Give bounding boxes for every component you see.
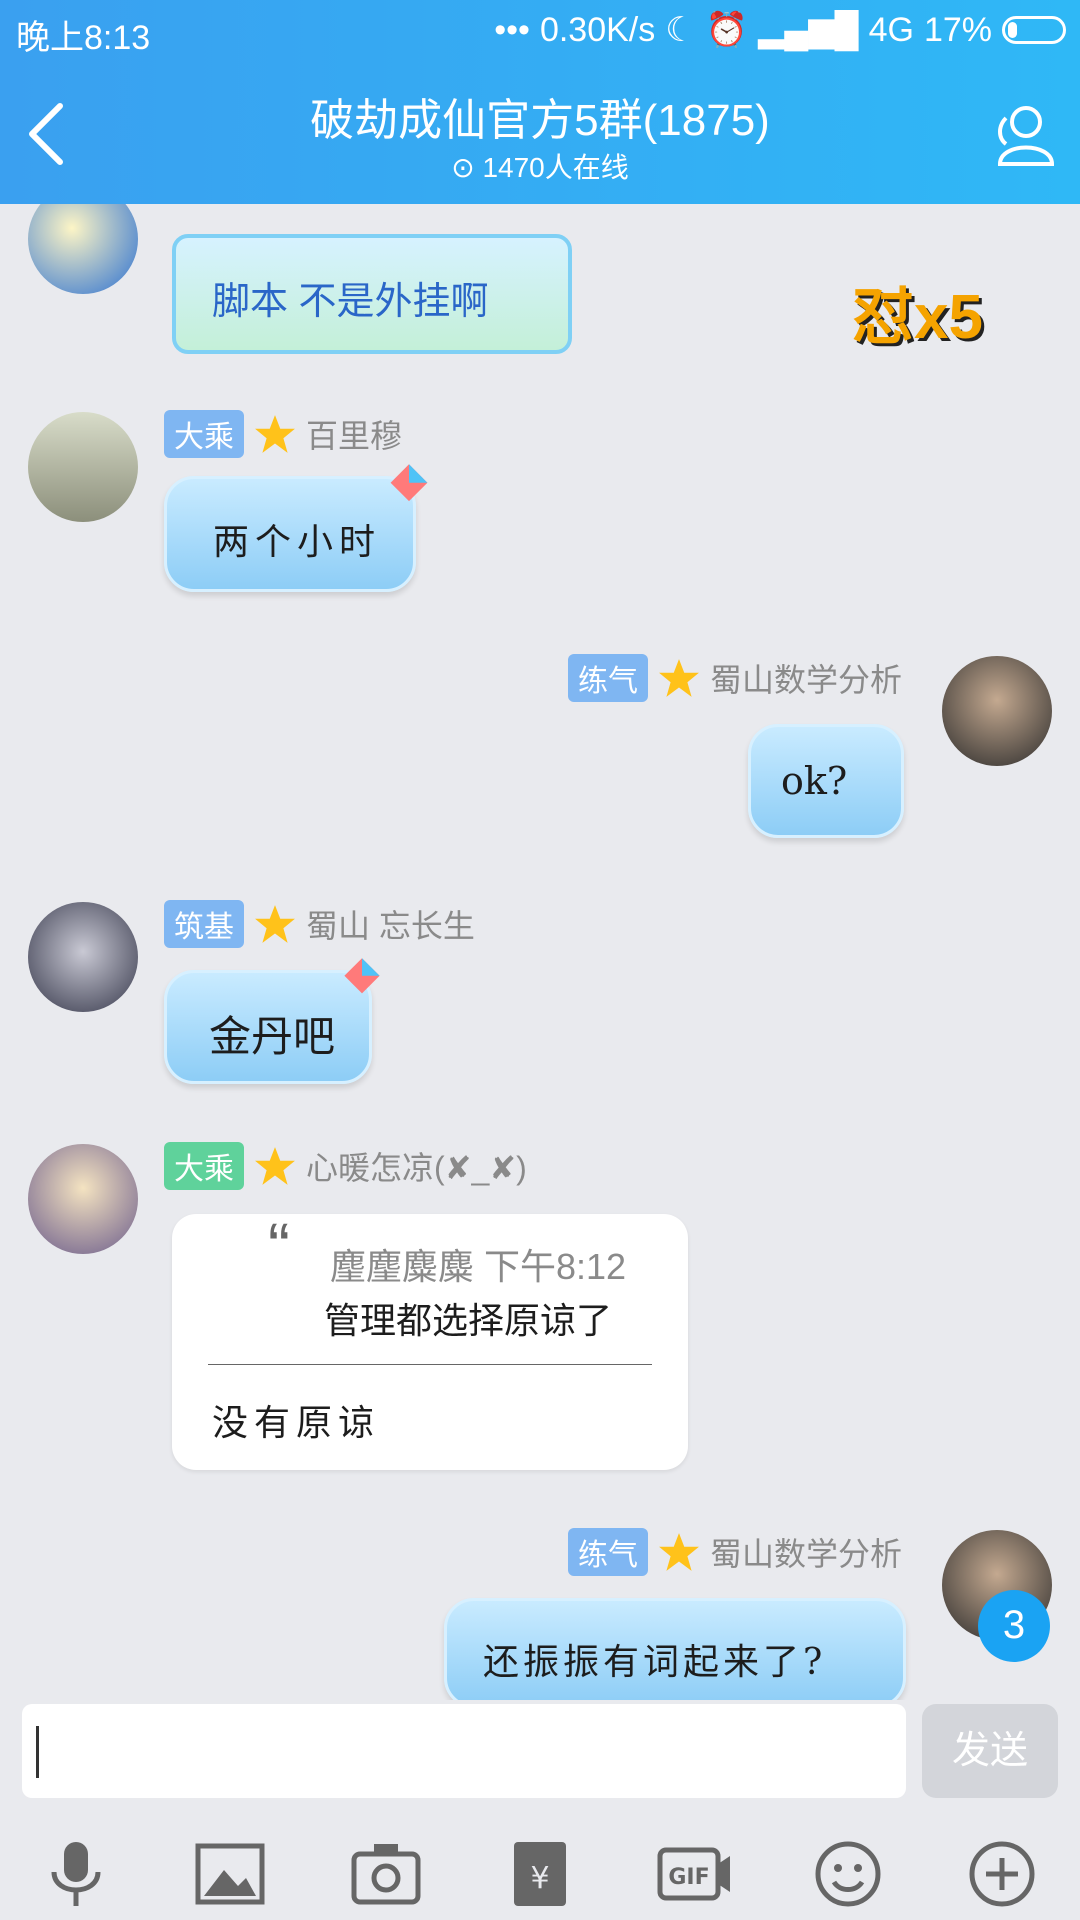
online-status-icon: ⊙ <box>451 152 475 183</box>
star-icon <box>659 659 699 697</box>
star-icon <box>659 1533 699 1571</box>
status-time: 晚上8:13 <box>16 19 151 57</box>
message-bubble[interactable]: 脚本 不是外挂啊 <box>172 234 572 354</box>
message-input[interactable] <box>22 1704 906 1798</box>
more-dots-icon: ••• <box>494 10 530 49</box>
sender-name[interactable]: 蜀山数学分析 <box>710 1529 902 1575</box>
signal-icon: ▂▄▆█ <box>758 11 859 49</box>
group-title[interactable]: 破劫成仙官方5群(1875) <box>0 84 1080 148</box>
quote-author: 麈麈麋麋 下午8:12 <box>330 1246 627 1287</box>
message-bubble[interactable]: 两个小时 <box>164 476 416 592</box>
emoji-icon[interactable] <box>808 1834 888 1914</box>
kite-icon <box>344 958 380 994</box>
quote-text: 管理都选择原谅了 <box>324 1300 613 1341</box>
moon-icon: ☾ <box>665 11 696 49</box>
network-speed: 0.30K/s <box>539 10 656 49</box>
sender-name[interactable]: 蜀山 忘长生 <box>306 901 475 947</box>
star-icon <box>255 415 295 453</box>
group-members-icon[interactable] <box>986 98 1058 170</box>
red-packet-icon[interactable]: ¥ <box>500 1834 580 1914</box>
sender-meta: 大乘 心暖怎凉(✘_✘) <box>164 1142 527 1190</box>
rank-badge: 筑基 <box>164 900 244 948</box>
battery-level <box>1008 22 1017 38</box>
online-count-label: 1470人在线 <box>482 152 629 183</box>
chat-header: 破劫成仙官方5群(1875) ⊙ 1470人在线 <box>0 62 1080 204</box>
sender-name[interactable]: 百里穆 <box>306 411 402 457</box>
online-count: ⊙ 1470人在线 <box>0 146 1080 186</box>
message-text: 还振振有词起来了? <box>483 1642 827 1683</box>
quote-mark-icon: “ <box>268 1209 290 1283</box>
sender-meta: 大乘 百里穆 <box>164 410 402 458</box>
plus-icon[interactable] <box>962 1834 1042 1914</box>
star-icon <box>255 905 295 943</box>
input-toolbar: ¥ GIF <box>0 1820 1080 1920</box>
quote-message-bubble[interactable]: “ 麈麈麋麋 下午8:12 管理都选择原谅了 没有原谅 <box>172 1209 688 1470</box>
kite-icon <box>390 464 428 502</box>
star-icon <box>255 1147 295 1185</box>
message-bubble[interactable]: 还振振有词起来了? <box>444 1598 906 1700</box>
message-text: 没有原谅 <box>212 1403 381 1444</box>
message-text: ok? <box>781 759 848 803</box>
status-indicators: ••• 0.30K/s ☾ ⏰ ▂▄▆█ 4G 17% <box>494 10 1066 50</box>
avatar[interactable] <box>28 412 138 522</box>
sender-meta: 练气 蜀山数学分析 <box>568 1528 902 1576</box>
avatar[interactable] <box>28 902 138 1012</box>
svg-text:GIF: GIF <box>668 1865 709 1890</box>
sender-name[interactable]: 心暖怎凉(✘_✘) <box>306 1143 527 1189</box>
rank-badge: 大乘 <box>164 410 244 458</box>
rank-badge: 练气 <box>568 654 648 702</box>
message-bubble[interactable]: ok? <box>748 724 904 838</box>
send-button[interactable]: 发送 <box>922 1704 1058 1798</box>
message-text: 金丹吧 <box>209 1013 336 1060</box>
sticker: 怼x5 <box>852 283 983 352</box>
avatar[interactable] <box>28 204 138 294</box>
chat-messages[interactable]: 脚本 不是外挂啊 怼x5 大乘 百里穆 两个小时 练气 蜀山数学分析 ok? 筑… <box>0 204 1080 1700</box>
rank-badge: 大乘 <box>164 1142 244 1190</box>
unread-count-badge[interactable]: 3 <box>978 1590 1050 1662</box>
gif-icon[interactable]: GIF <box>654 1834 734 1914</box>
sender-meta: 筑基 蜀山 忘长生 <box>164 900 475 948</box>
status-bar: 晚上8:13 ••• 0.30K/s ☾ ⏰ ▂▄▆█ 4G 17% <box>0 0 1080 62</box>
quote-divider <box>208 1364 652 1365</box>
sender-name[interactable]: 蜀山数学分析 <box>710 655 902 701</box>
battery-percent: 17% <box>923 10 992 49</box>
mic-icon[interactable] <box>36 1834 116 1914</box>
image-icon[interactable] <box>190 1834 270 1914</box>
rank-badge: 练气 <box>568 1528 648 1576</box>
camera-icon[interactable] <box>346 1834 426 1914</box>
network-type: 4G <box>868 10 914 49</box>
input-bar: 发送 <box>0 1700 1080 1820</box>
text-caret <box>36 1726 39 1778</box>
alarm-icon: ⏰ <box>705 11 749 49</box>
sender-meta: 练气 蜀山数学分析 <box>568 654 902 702</box>
message-text: 脚本 不是外挂啊 <box>212 281 489 323</box>
avatar[interactable] <box>28 1144 138 1254</box>
svg-text:¥: ¥ <box>530 1861 549 1896</box>
avatar[interactable] <box>942 656 1052 766</box>
message-text: 两个小时 <box>213 522 382 563</box>
battery-icon <box>1002 16 1066 44</box>
